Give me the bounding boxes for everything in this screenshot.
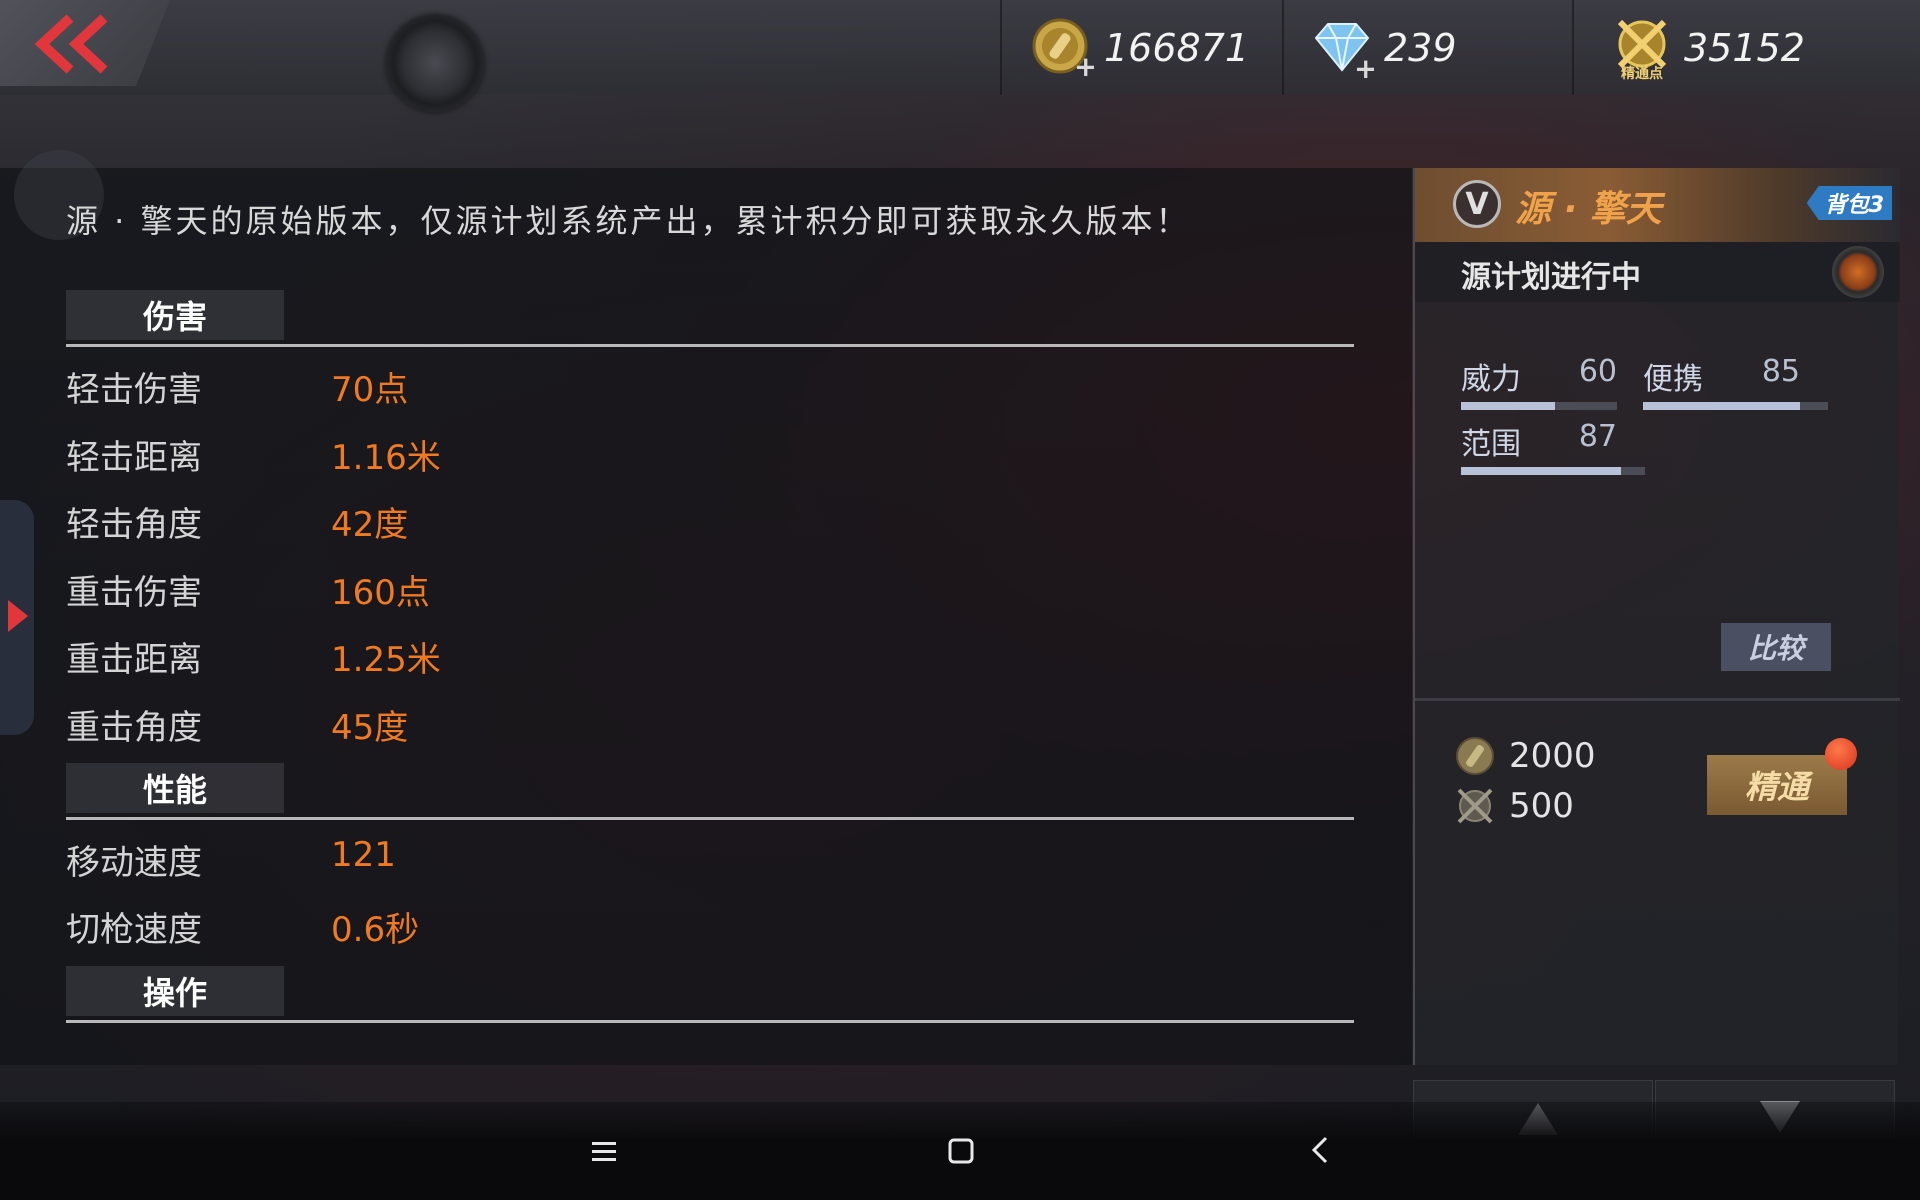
divider <box>66 1020 1354 1023</box>
stat-name: 重击角度 <box>66 708 202 748</box>
diamond-amount: 239 <box>1384 25 1457 70</box>
gold-amount: 166871 <box>1104 25 1250 70</box>
back-nav-icon[interactable] <box>1310 1132 1330 1173</box>
gold-currency[interactable]: + 166871 <box>1000 0 1280 95</box>
weapon-description: 源 · 擎天的原始版本，仅源计划系统产出，累计积分即可获取永久版本！ <box>66 202 1191 240</box>
stat-bar-label: 威力 <box>1461 362 1521 397</box>
diamond-currency[interactable]: + 239 <box>1282 0 1572 95</box>
stat-value: 42度 <box>331 505 409 545</box>
compare-button[interactable]: 比较 <box>1721 623 1831 671</box>
divider <box>66 817 1354 820</box>
stat-bar-range: 范围 87 <box>1461 419 1645 475</box>
stat-value: 121 <box>331 835 396 875</box>
divider <box>66 344 1354 347</box>
stat-value: 1.16米 <box>331 438 441 478</box>
master-button[interactable]: 精通 <box>1707 755 1847 815</box>
stat-name: 轻击角度 <box>66 505 202 545</box>
cost-mastery: 500 <box>1455 786 1574 826</box>
double-chevron-left-icon <box>34 14 108 74</box>
stat-name: 移动速度 <box>66 843 202 883</box>
expand-arrow-icon[interactable] <box>8 600 28 632</box>
stat-value: 1.25米 <box>331 640 441 680</box>
svg-text:精通点: 精通点 <box>1621 65 1663 80</box>
stat-bar-label: 范围 <box>1461 427 1521 462</box>
mastery-currency[interactable]: 精通点 35152 <box>1572 0 1872 95</box>
plan-status-row: 源计划进行中 <box>1415 242 1900 302</box>
menu-icon[interactable] <box>590 1132 618 1173</box>
section-title: 伤害 <box>66 290 284 340</box>
stat-value: 160点 <box>331 573 430 613</box>
system-nav-bar <box>0 1102 1920 1200</box>
gold-coin-icon: + <box>1030 16 1097 83</box>
v-rank-badge: V <box>1453 180 1501 228</box>
bag-tag: 背包3 <box>1806 186 1892 220</box>
stat-bar-value: 85 <box>1761 354 1800 389</box>
joystick-button[interactable] <box>386 14 484 112</box>
stat-name: 轻击伤害 <box>66 370 202 410</box>
diamond-icon: + <box>1310 16 1377 85</box>
stat-bar-label: 便携 <box>1643 362 1703 397</box>
cost-value: 2000 <box>1509 736 1596 776</box>
stat-value: 45度 <box>331 708 409 748</box>
cost-value: 500 <box>1509 786 1574 826</box>
weapon-header: V 源 · 擎天 背包3 <box>1415 168 1900 242</box>
weapon-name: 源 · 擎天 <box>1515 189 1662 230</box>
gold-coin-icon <box>1455 736 1495 776</box>
divider <box>1415 698 1900 701</box>
section-damage: 伤害 <box>66 290 1354 347</box>
stat-bar-value: 87 <box>1578 419 1617 454</box>
section-title: 性能 <box>66 763 284 813</box>
stat-bar-power: 威力 60 <box>1461 354 1617 410</box>
weapon-info-panel: V 源 · 擎天 背包3 源计划进行中 威力 60 便携 85 范围 87 比较… <box>1413 168 1900 1065</box>
stat-bar-fill <box>1643 402 1801 410</box>
plan-status: 源计划进行中 <box>1461 260 1641 295</box>
mastery-points-amount: 35152 <box>1684 25 1805 70</box>
svg-text:+: + <box>1074 50 1094 80</box>
svg-text:+: + <box>1354 52 1374 80</box>
stat-name: 重击距离 <box>66 640 202 680</box>
section-title: 操作 <box>66 966 284 1016</box>
stat-bar-portability: 便携 85 <box>1643 354 1828 410</box>
stat-name: 重击伤害 <box>66 573 202 613</box>
section-operation: 操作 <box>66 966 1354 1023</box>
stat-name: 轻击距离 <box>66 438 202 478</box>
mastery-points-icon <box>1455 786 1495 826</box>
stat-value: 70点 <box>331 370 409 410</box>
stat-bar-fill <box>1461 402 1555 410</box>
section-performance: 性能 <box>66 763 1354 820</box>
notification-dot <box>1825 738 1857 770</box>
stat-name: 切枪速度 <box>66 910 202 950</box>
stat-bar-fill <box>1461 467 1622 475</box>
stat-bar-value: 60 <box>1578 354 1617 389</box>
source-plan-icon[interactable] <box>1832 246 1884 298</box>
stat-value: 0.6秒 <box>331 910 420 950</box>
mastery-points-icon: 精通点 <box>1610 16 1674 82</box>
home-icon[interactable] <box>948 1132 974 1173</box>
cost-gold: 2000 <box>1455 736 1596 776</box>
